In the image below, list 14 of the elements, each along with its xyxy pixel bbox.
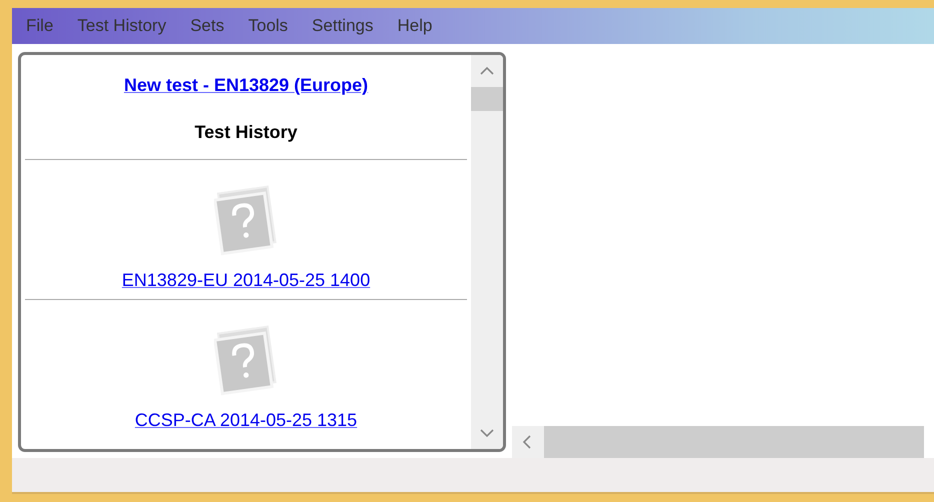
menu-item[interactable]: Settings [300,8,386,44]
vertical-scrollbar[interactable] [471,55,503,449]
menu-item[interactable]: Tools [236,8,300,44]
missing-image-icon [214,324,278,396]
test-record-link[interactable]: EN13829-EU 2014-05-25 1400 [122,270,370,291]
menu-item[interactable]: Test History [65,8,178,44]
menu-item[interactable]: Help [385,8,444,44]
menu-item[interactable]: Sets [178,8,236,44]
test-record-link[interactable]: CCSP-CA 2014-05-25 1315 [134,410,358,431]
missing-image-icon [214,184,278,256]
new-test-link[interactable]: New test - EN13829 (Europe) [124,75,368,96]
scroll-thumb[interactable] [471,87,503,111]
menu-item[interactable]: File [14,8,66,44]
section-heading: Test History [194,122,298,143]
